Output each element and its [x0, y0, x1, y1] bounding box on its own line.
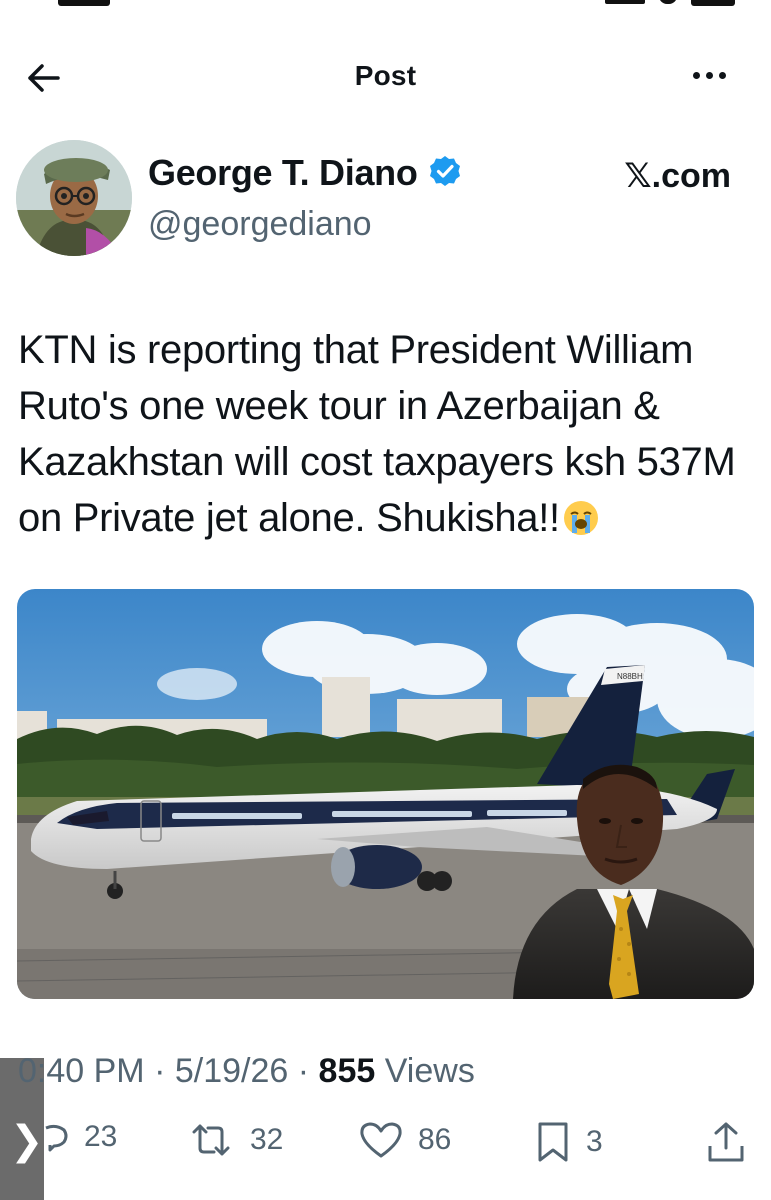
status-icons	[605, 0, 735, 6]
views-label: Views	[384, 1052, 475, 1090]
tweet-media-image[interactable]: N88BH	[17, 589, 754, 999]
tweet-body: KTN is reporting that President William …	[18, 328, 736, 540]
author-handle[interactable]: @georgediano	[148, 205, 372, 244]
crying-face-emoji-icon	[562, 496, 600, 535]
action-bar: 23 32 86 3	[0, 1120, 771, 1176]
share-icon	[708, 1122, 744, 1162]
signal-icon	[605, 0, 645, 4]
reply-count: 23	[84, 1120, 118, 1153]
source-label: 𝕏.com	[624, 157, 731, 195]
meta-separator: ·	[154, 1052, 166, 1090]
more-options-icon[interactable]	[693, 72, 733, 82]
tweet-text: KTN is reporting that President William …	[18, 322, 753, 546]
wifi-icon	[659, 0, 677, 4]
post-date: 5/19/26	[174, 1052, 289, 1090]
tail-registration: N88BH	[617, 672, 643, 681]
bookmark-icon	[538, 1122, 568, 1162]
share-button[interactable]	[704, 1120, 748, 1164]
heart-icon	[360, 1122, 402, 1158]
like-count: 86	[418, 1123, 452, 1156]
repost-icon	[192, 1124, 230, 1156]
status-time	[58, 0, 118, 6]
repost-count: 32	[250, 1123, 284, 1156]
bookmark-count: 3	[586, 1125, 603, 1158]
avatar[interactable]	[16, 140, 132, 256]
battery-icon	[691, 0, 735, 6]
page-title: Post	[354, 60, 417, 91]
views-count: 855	[318, 1052, 376, 1090]
post-header: Post	[0, 48, 771, 108]
post-meta: 0:40 PM · 5/19/26 · 855 Views	[18, 1052, 475, 1091]
repost-button[interactable]: 32	[186, 1120, 283, 1160]
author-name-row[interactable]: George T. Diano	[148, 152, 462, 194]
post-time: 0:40 PM	[18, 1052, 145, 1090]
bookmark-button[interactable]: 3	[534, 1120, 603, 1164]
status-bar	[0, 0, 771, 14]
like-button[interactable]: 86	[358, 1120, 451, 1160]
verified-badge-icon	[428, 154, 462, 193]
reply-icon	[45, 1124, 68, 1152]
author-name[interactable]: George T. Diano	[148, 152, 418, 194]
reply-button[interactable]: 23	[40, 1120, 117, 1154]
meta-separator: ·	[297, 1052, 310, 1090]
